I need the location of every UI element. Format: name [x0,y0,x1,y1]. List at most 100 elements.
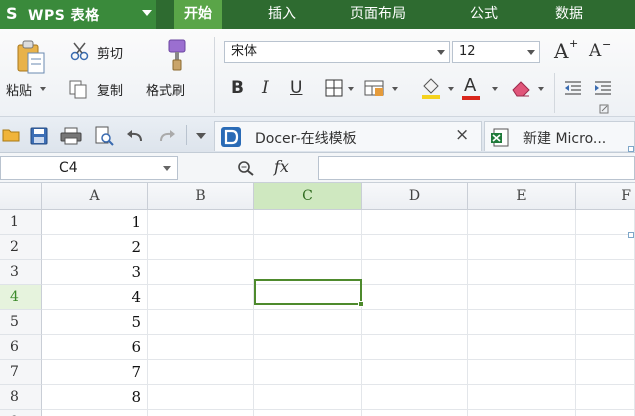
cell-f7[interactable] [576,360,635,385]
cell-a2[interactable]: 2 [42,235,148,260]
cell-c7[interactable] [254,360,362,385]
font-color-button[interactable]: A [464,75,476,96]
cell-c5[interactable] [254,310,362,335]
undo-icon[interactable] [126,128,144,142]
row-header-7[interactable]: 7 [0,360,42,385]
cell-f1[interactable] [576,210,635,235]
print-icon[interactable] [60,127,82,145]
column-header-c[interactable]: C [254,183,362,210]
font-size-select[interactable]: 12 [452,41,540,63]
column-header-e[interactable]: E [468,183,576,210]
cell-d4[interactable] [362,285,468,310]
tab-docer-templates[interactable]: Docer-在线模板 × [214,121,482,151]
cell-d3[interactable] [362,260,468,285]
copy-button[interactable]: 复制 [97,80,123,99]
fill-handle[interactable] [358,301,364,307]
cell-e1[interactable] [468,210,576,235]
cell-b8[interactable] [148,385,254,410]
bold-button[interactable]: B [231,78,244,98]
tab-data[interactable]: 数据 [555,0,583,29]
column-header-a[interactable]: A [42,183,148,210]
row-header-8[interactable]: 8 [0,385,42,410]
cell-d9[interactable] [362,410,468,416]
format-painter-icon[interactable] [163,37,189,73]
borders-icon[interactable] [325,79,343,97]
cell-a4[interactable]: 4 [42,285,148,310]
cell-e6[interactable] [468,335,576,360]
cell-a9[interactable]: 9 [42,410,148,416]
resize-handle[interactable] [628,146,634,152]
clear-format-icon[interactable] [510,78,532,98]
cell-a8[interactable]: 8 [42,385,148,410]
tab-insert[interactable]: 插入 [268,0,296,29]
open-folder-icon[interactable] [2,127,22,143]
cell-a1[interactable]: 1 [42,210,148,235]
font-color-dropdown-icon[interactable] [492,87,498,91]
name-box[interactable]: C4 [0,156,178,180]
row-header-3[interactable]: 3 [0,260,42,285]
copy-icon[interactable] [68,79,90,99]
cut-button[interactable]: 剪切 [97,43,123,62]
row-header-2[interactable]: 2 [0,235,42,260]
cell-d2[interactable] [362,235,468,260]
column-header-b[interactable]: B [148,183,254,210]
tab-formulas[interactable]: 公式 [470,0,498,29]
cell-e5[interactable] [468,310,576,335]
format-painter-button[interactable]: 格式刷 [146,80,185,99]
italic-button[interactable]: I [262,78,269,98]
cell-e2[interactable] [468,235,576,260]
cell-f3[interactable] [576,260,635,285]
tab-home[interactable]: 开始 [174,0,222,29]
cell-a7[interactable]: 7 [42,360,148,385]
insert-function-button[interactable]: fx [274,157,289,176]
paste-button[interactable] [14,39,48,77]
cell-f4[interactable] [576,285,635,310]
cell-d8[interactable] [362,385,468,410]
fill-color-icon[interactable] [420,76,442,100]
zoom-search-icon[interactable] [236,159,256,177]
column-header-d[interactable]: D [362,183,468,210]
cell-e9[interactable] [468,410,576,416]
close-tab-icon[interactable]: × [455,125,469,145]
indent-increase-icon[interactable] [593,79,613,97]
cell-b3[interactable] [148,260,254,285]
row-header-1[interactable]: 1 [0,210,42,235]
indent-decrease-icon[interactable] [563,79,583,97]
cell-c6[interactable] [254,335,362,360]
formula-input[interactable] [318,156,635,180]
save-icon[interactable] [30,127,48,145]
cell-a6[interactable]: 6 [42,335,148,360]
cell-b4[interactable] [148,285,254,310]
cell-style-icon[interactable] [364,79,386,97]
cell-e4[interactable] [468,285,576,310]
cell-b7[interactable] [148,360,254,385]
row-header-9[interactable]: 9 [0,410,42,416]
resize-handle[interactable] [628,232,634,238]
cell-c8[interactable] [254,385,362,410]
row-header-6[interactable]: 6 [0,335,42,360]
cell-b1[interactable] [148,210,254,235]
dialog-launcher-icon[interactable] [599,104,609,114]
redo-icon[interactable] [158,128,176,142]
cell-d5[interactable] [362,310,468,335]
tab-page-layout[interactable]: 页面布局 [350,0,406,29]
cell-f8[interactable] [576,385,635,410]
cell-a3[interactable]: 3 [42,260,148,285]
cell-f6[interactable] [576,335,635,360]
cell-d7[interactable] [362,360,468,385]
cell-b6[interactable] [148,335,254,360]
borders-dropdown-icon[interactable] [348,87,354,91]
scissors-icon[interactable] [70,41,90,61]
cell-style-dropdown-icon[interactable] [392,87,398,91]
cell-f5[interactable] [576,310,635,335]
shrink-font-button[interactable]: A [589,41,601,61]
cell-c2[interactable] [254,235,362,260]
print-preview-icon[interactable] [94,126,114,146]
underline-button[interactable]: U [290,78,302,98]
column-header-f[interactable]: F [576,183,635,210]
cell-e8[interactable] [468,385,576,410]
cell-e7[interactable] [468,360,576,385]
fill-color-dropdown-icon[interactable] [448,87,454,91]
customize-toolbar-dropdown-icon[interactable] [196,133,206,139]
select-all-corner[interactable] [0,183,42,210]
